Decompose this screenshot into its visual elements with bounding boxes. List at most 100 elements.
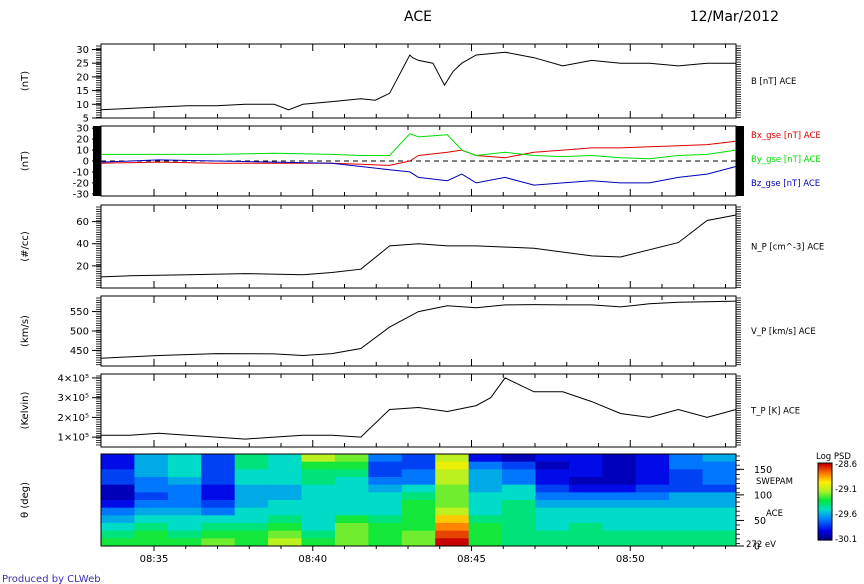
- heatmap-cell: [368, 523, 403, 532]
- heatmap-cell: [435, 469, 470, 478]
- y-tick-label: 10: [76, 100, 89, 111]
- heatmap-cell: [602, 492, 637, 501]
- y-tick-label: 500: [70, 327, 89, 338]
- panel-NP: 20 40 60 (#/cc) N_P [cm^-3] ACE: [20, 204, 824, 289]
- heatmap-cell: [301, 454, 336, 463]
- plot-title: ACE: [404, 9, 432, 25]
- heatmap-cell: [101, 461, 135, 470]
- heatmap-cell: [334, 500, 369, 509]
- heatmap-cell: [502, 469, 536, 478]
- heatmap-cell: [669, 484, 704, 493]
- heatmap-cell: [502, 484, 536, 493]
- y-tick-label: 60: [76, 217, 89, 228]
- heatmap-cell: [334, 507, 369, 516]
- heatmap-cell: [101, 515, 135, 524]
- heatmap-cell: [234, 515, 269, 524]
- heatmap-cell: [468, 507, 503, 516]
- heatmap-cell: [301, 515, 336, 524]
- heatmap-cell: [468, 454, 503, 463]
- y-axis-label: (nT): [20, 151, 31, 171]
- heatmap-cell: [468, 461, 503, 470]
- heatmap-cell: [468, 492, 503, 501]
- heatmap-cell: [535, 507, 570, 516]
- heatmap-cell: [535, 523, 570, 532]
- heatmap-cell: [268, 530, 303, 539]
- heatmap-y-label: θ (deg): [20, 482, 31, 518]
- heatmap-cell: [167, 500, 202, 509]
- heatmap-cell: [702, 538, 737, 547]
- heatmap-cell: [401, 507, 436, 516]
- heatmap-cell: [401, 454, 436, 463]
- heatmap-cell: [568, 500, 603, 509]
- heatmap-cell: [401, 500, 436, 509]
- heatmap-cell: [702, 477, 737, 486]
- heatmap-cell: [568, 492, 603, 501]
- heatmap-cell: [702, 454, 737, 463]
- series-line: [100, 300, 737, 359]
- right-bar: [736, 126, 744, 196]
- heatmap-cell: [268, 515, 303, 524]
- heatmap-cell: [234, 484, 269, 493]
- heatmap-cell: [134, 523, 169, 532]
- heatmap-cell: [268, 500, 303, 509]
- heatmap-cell: [234, 454, 269, 463]
- series-line: [100, 214, 737, 278]
- heatmap-cell: [669, 454, 704, 463]
- heatmap-cell: [468, 484, 503, 493]
- heatmap-cell: [101, 484, 135, 493]
- heatmap-panel: 08:35 08:40 08:45 08:50150100500SWEPAMACE27…: [20, 453, 793, 565]
- heatmap-cell: [167, 477, 202, 486]
- heatmap-cell: [368, 461, 403, 470]
- minor-ticks: [96, 375, 741, 446]
- heatmap-cell: [535, 454, 570, 463]
- heatmap-cell: [635, 492, 670, 501]
- heatmap-cell: [268, 461, 303, 470]
- heatmap-cell: [502, 523, 536, 532]
- heatmap-cell: [301, 538, 336, 547]
- heatmap-cell: [167, 492, 202, 501]
- heatmap-cell: [468, 523, 503, 532]
- heatmap-cell: [201, 515, 236, 524]
- right-tick-label: 100: [754, 490, 772, 501]
- heatmap-cell: [167, 530, 202, 539]
- y-tick-label: -30: [73, 189, 89, 200]
- heatmap-cell: [635, 469, 670, 478]
- heatmap-cell: [535, 484, 570, 493]
- heatmap-cell: [301, 500, 336, 509]
- heatmap-cell: [201, 484, 236, 493]
- heatmap-cell: [635, 538, 670, 547]
- heatmap-cell: [334, 477, 369, 486]
- heatmap-cell: [635, 484, 670, 493]
- heatmap-cell: [134, 500, 169, 509]
- heatmap-cell: [234, 461, 269, 470]
- panel-frame: [100, 43, 737, 119]
- heatmap-cell: [669, 530, 704, 539]
- heatmap-cell: [101, 507, 135, 516]
- series-line: [101, 377, 737, 440]
- heatmap-cell: [301, 484, 336, 493]
- y-axis-label: (nT): [20, 71, 31, 91]
- heatmap-cell: [268, 507, 303, 516]
- minor-ticks: [96, 45, 741, 118]
- heatmap-cell: [368, 500, 403, 509]
- heatmap-cell: [702, 523, 737, 532]
- heatmap-cell: [368, 530, 403, 539]
- heatmap-cell: [702, 507, 737, 516]
- heatmap-cell: [602, 530, 637, 539]
- heatmap-cell: [167, 454, 202, 463]
- heatmap-cell: [702, 530, 737, 539]
- heatmap-cell: [702, 469, 737, 478]
- heatmap-cell: [635, 477, 670, 486]
- heatmap-cell: [401, 523, 436, 532]
- y-tick-label: 550: [70, 307, 89, 318]
- heatmap-cell: [334, 515, 369, 524]
- heatmap-cell: [334, 523, 369, 532]
- panel-VP: 450 500 550 (km/s) V_P [km/s] ACE: [20, 295, 816, 367]
- heatmap-cell: [468, 538, 503, 547]
- series-label: B [nT] ACE: [751, 77, 796, 87]
- heatmap-cell: [268, 523, 303, 532]
- y-axis-label: (#/cc): [20, 231, 31, 262]
- heatmap-cell: [368, 515, 403, 524]
- heatmap-cell: [134, 469, 169, 478]
- heatmap-cell: [669, 461, 704, 470]
